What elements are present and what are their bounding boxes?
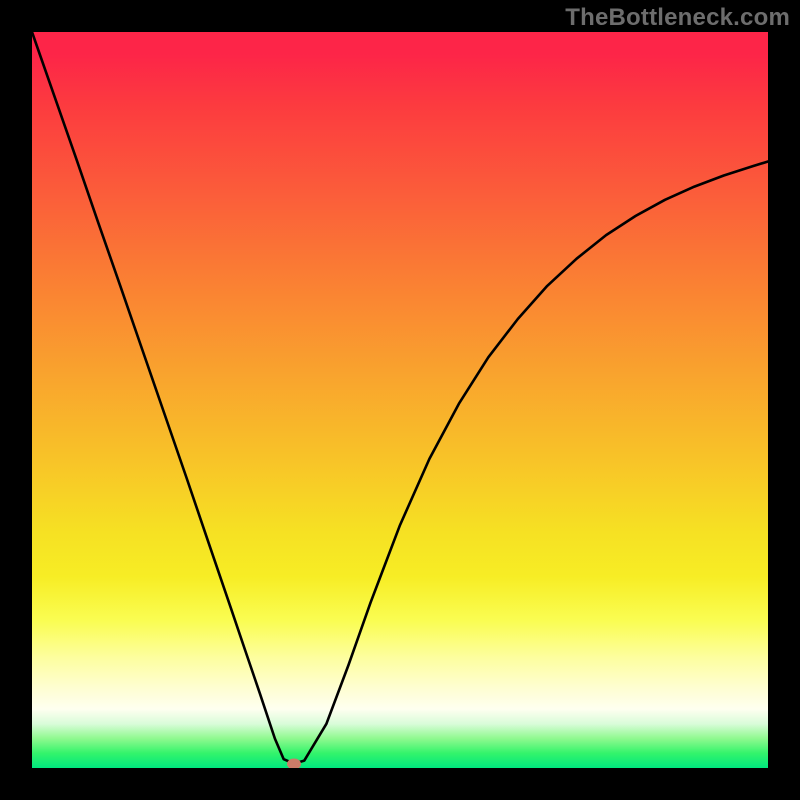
minimum-marker: [287, 758, 301, 768]
watermark-label: TheBottleneck.com: [565, 4, 790, 32]
chart-frame: TheBottleneck.com: [0, 0, 800, 800]
plot-area: [32, 32, 768, 768]
bottleneck-curve: [32, 32, 768, 768]
